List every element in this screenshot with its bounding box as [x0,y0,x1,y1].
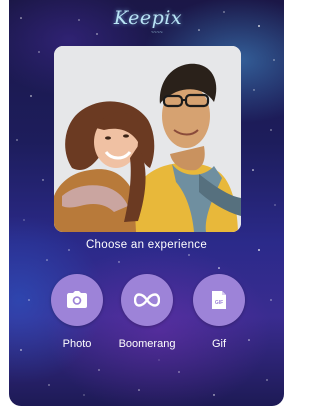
gif-file-icon: GIF [212,291,226,309]
photo-button[interactable] [51,274,103,326]
boomerang-label[interactable]: Boomerang [107,338,187,350]
experience-prompt: Choose an experience [85,239,208,251]
gif-button[interactable]: GIF [193,274,245,326]
photo-option[interactable]: Photo [37,274,117,354]
camera-icon [67,291,87,308]
boomerang-option[interactable]: Boomerang [107,274,187,354]
logo-text: Keepix [113,7,183,29]
boomerang-button[interactable] [121,274,173,326]
infinity-icon [134,293,160,307]
gif-option[interactable]: GIF Gif [179,274,259,354]
sample-photo [54,46,241,232]
gif-label[interactable]: Gif [179,338,259,350]
photo-label[interactable]: Photo [37,338,117,350]
keepix-logo: Keepix ~~~~ [113,7,183,39]
kiosk-screen: Keepix ~~~~ Choose an experience Photo B… [9,0,284,406]
svg-text:GIF: GIF [215,300,223,306]
logo-subtext: ~~~~ [151,30,163,36]
couple-photo-illustration [54,46,241,232]
